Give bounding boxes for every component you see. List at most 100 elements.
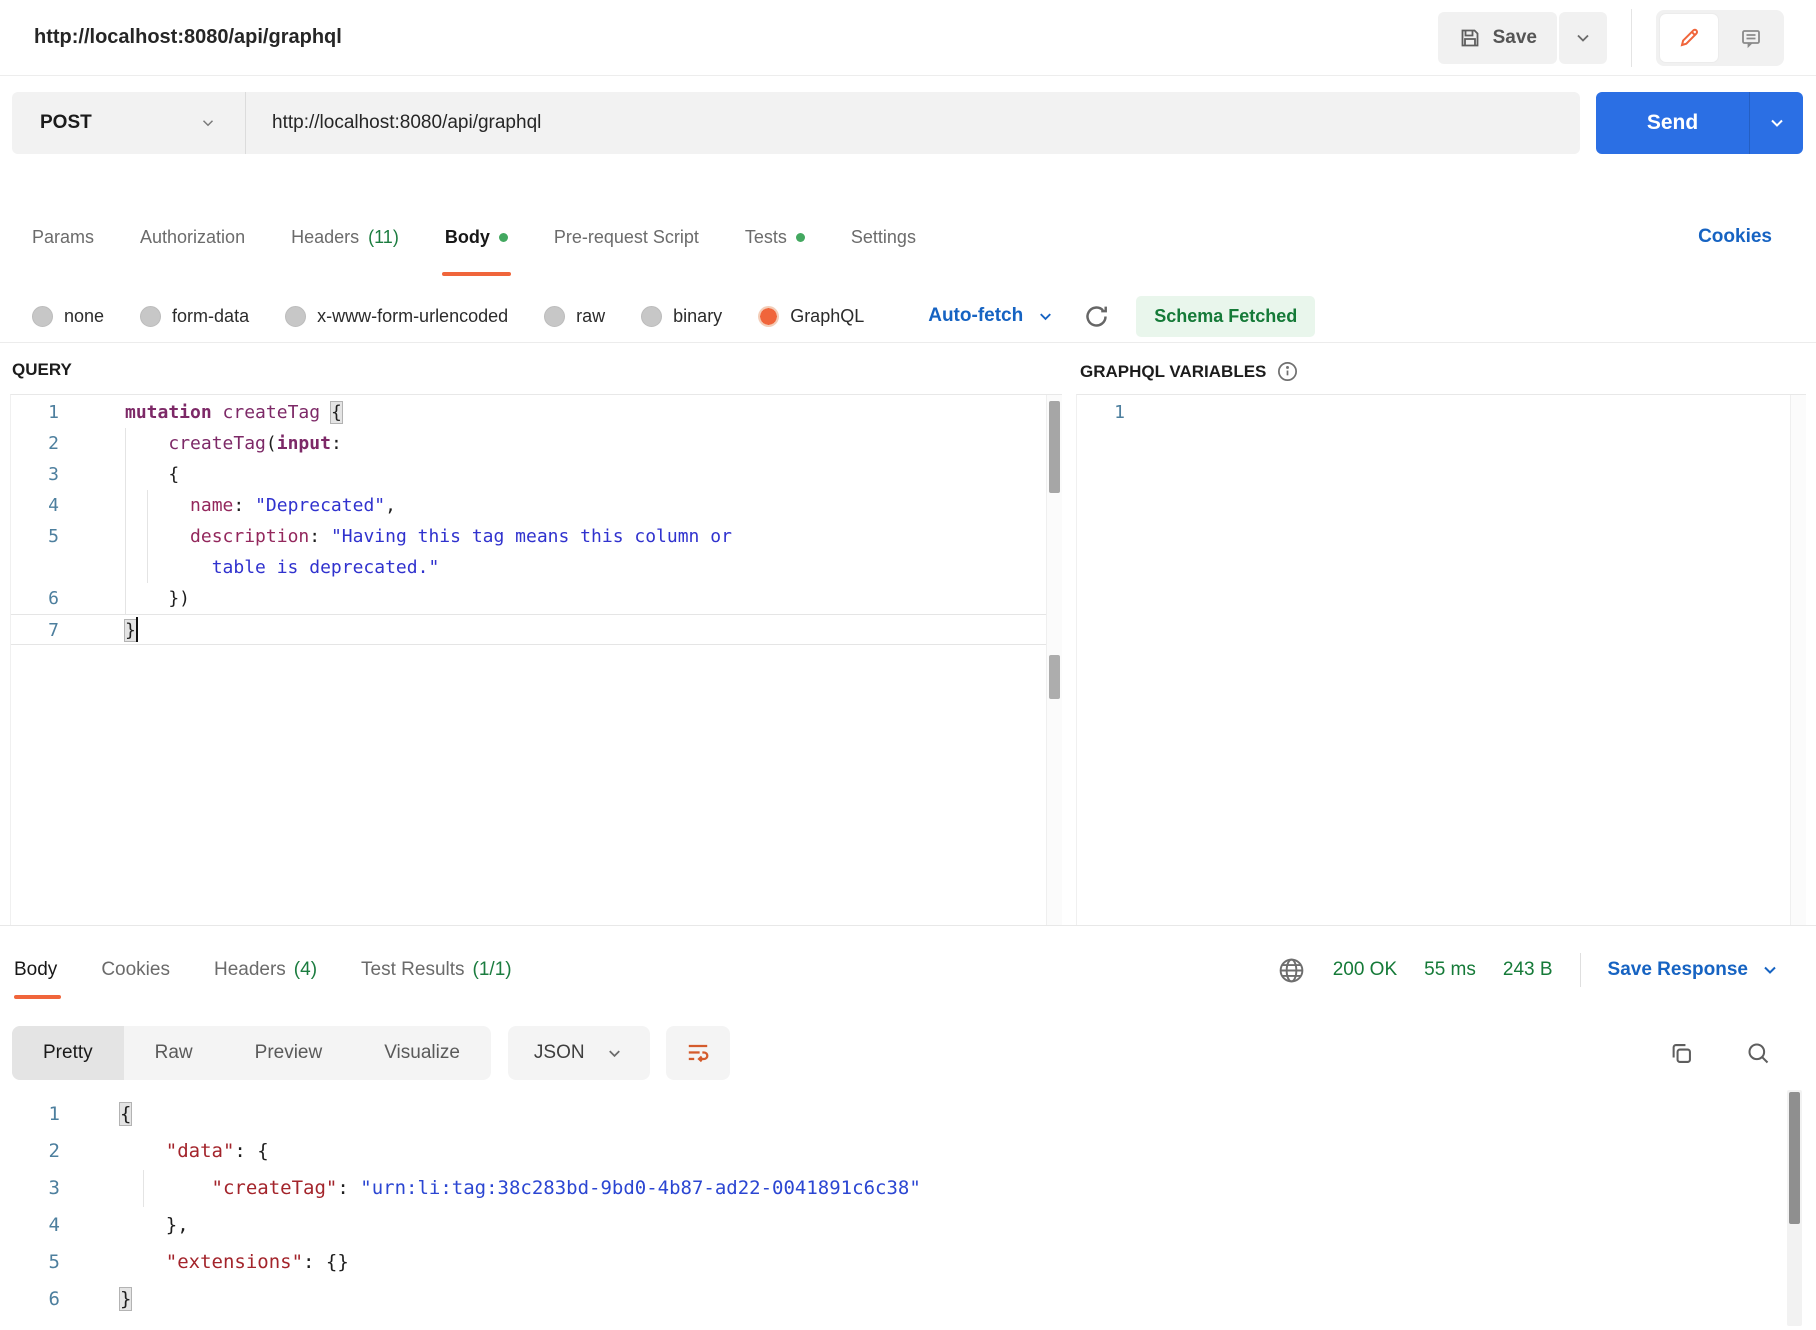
code-content: }: [59, 615, 1046, 644]
body-mode-none[interactable]: none: [32, 306, 104, 327]
response-tab-headers[interactable]: Headers(4): [214, 938, 317, 1002]
request-tab-headers[interactable]: Headers(11): [291, 198, 399, 276]
body-mode-x-www-form-urlencoded[interactable]: x-www-form-urlencoded: [285, 306, 508, 327]
code-content: createTag(input:: [59, 428, 1046, 459]
request-tab-settings[interactable]: Settings: [851, 198, 916, 276]
send-button-label: Send: [1647, 111, 1698, 135]
response-time[interactable]: 55 ms: [1424, 959, 1476, 981]
request-tab-tests[interactable]: Tests: [745, 198, 805, 276]
variables-editor-scrollbar[interactable]: [1790, 395, 1806, 925]
code-content: mutation createTag {: [59, 397, 1046, 428]
request-tab-body[interactable]: Body: [445, 198, 508, 276]
code-line: 6}: [12, 1281, 1780, 1318]
send-button[interactable]: Send: [1596, 92, 1749, 154]
edit-mode-button[interactable]: [1660, 14, 1718, 62]
variables-editor-panel: 1: [1076, 394, 1806, 925]
code-token: : {}: [303, 1251, 349, 1273]
tab-label: Headers: [214, 959, 286, 981]
view-tab-pretty[interactable]: Pretty: [12, 1026, 124, 1080]
line-number: 7: [11, 615, 59, 644]
url-input[interactable]: [246, 112, 1580, 134]
code-token: "createTag": [212, 1177, 338, 1199]
query-editor-panel: 1mutation createTag {2 createTag(input:3…: [10, 394, 1062, 925]
query-panel-title-text: QUERY: [12, 360, 72, 380]
green-dot-icon: [499, 233, 508, 242]
tab-label: Test Results: [361, 959, 464, 981]
meta-divider: [1580, 953, 1581, 987]
save-button-label: Save: [1493, 27, 1537, 49]
tab-label: Body: [445, 227, 490, 248]
text-cursor: [136, 617, 138, 642]
search-icon[interactable]: [1745, 1040, 1772, 1067]
response-tab-body[interactable]: Body: [14, 938, 57, 1002]
line-number: 2: [12, 1133, 60, 1170]
edit-comment-toggle: [1656, 10, 1784, 66]
response-tab-test-results[interactable]: Test Results (1/1): [361, 938, 512, 1002]
request-tab-params[interactable]: Params: [32, 198, 94, 276]
green-dot-icon: [796, 233, 805, 242]
code-token: [120, 1140, 166, 1162]
body-mode-label: x-www-form-urlencoded: [317, 306, 508, 327]
body-mode-form-data[interactable]: form-data: [140, 306, 249, 327]
info-icon[interactable]: [1276, 360, 1299, 383]
code-content: [1125, 397, 1790, 428]
tab-label: Body: [14, 959, 57, 981]
tab-label: Cookies: [101, 959, 170, 981]
body-mode-label: form-data: [172, 306, 249, 327]
radio-icon: [544, 306, 565, 327]
send-options-button[interactable]: [1749, 92, 1803, 154]
network-info-icon[interactable]: [1277, 956, 1306, 985]
format-select[interactable]: JSON: [508, 1026, 650, 1080]
radio-icon: [32, 306, 53, 327]
format-label: JSON: [534, 1042, 585, 1064]
request-tab-pre-request-script[interactable]: Pre-request Script: [554, 198, 699, 276]
query-editor-scrollbar[interactable]: [1046, 395, 1062, 925]
tab-count: (1/1): [473, 959, 512, 981]
status-badge[interactable]: 200 OK: [1333, 959, 1397, 981]
save-response-label: Save Response: [1608, 959, 1748, 981]
response-size[interactable]: 243 B: [1503, 959, 1553, 981]
query-editor[interactable]: 1mutation createTag {2 createTag(input:3…: [11, 397, 1046, 925]
variables-editor[interactable]: 1: [1077, 397, 1790, 925]
view-tab-raw[interactable]: Raw: [124, 1026, 224, 1080]
save-response-button[interactable]: Save Response: [1608, 959, 1780, 981]
view-tab-preview[interactable]: Preview: [224, 1026, 354, 1080]
chevron-down-icon: [199, 114, 217, 132]
save-button[interactable]: Save: [1438, 12, 1557, 64]
save-options-button[interactable]: [1559, 12, 1607, 64]
wrap-text-button[interactable]: [666, 1026, 730, 1080]
code-line: 4 name: "Deprecated",: [11, 490, 1046, 521]
comment-icon: [1739, 26, 1763, 50]
response-scrollbar[interactable]: [1787, 1090, 1802, 1326]
body-mode-graphql[interactable]: GraphQL: [758, 306, 864, 327]
response-tab-cookies[interactable]: Cookies: [101, 938, 170, 1002]
variables-panel-title-text: GRAPHQL VARIABLES: [1080, 362, 1266, 382]
code-token: "data": [166, 1140, 235, 1162]
view-tab-visualize[interactable]: Visualize: [353, 1026, 491, 1080]
autofetch-select[interactable]: Auto-fetch: [928, 305, 1055, 327]
method-select[interactable]: POST: [12, 92, 246, 154]
request-window: http://localhost:8080/api/graphql Save: [0, 0, 1816, 1330]
code-content: "createTag": "urn:li:tag:38c283bd-9bd0-4…: [60, 1170, 1780, 1207]
copy-icon[interactable]: [1668, 1040, 1695, 1067]
schema-status-badge: Schema Fetched: [1136, 296, 1315, 337]
code-token: "Deprecated": [255, 495, 385, 516]
code-line: table is deprecated.": [11, 552, 1046, 583]
scrollbar-thumb[interactable]: [1789, 1092, 1800, 1224]
refresh-schema-button[interactable]: [1083, 303, 1110, 330]
cookies-link[interactable]: Cookies: [1698, 226, 1772, 248]
code-token: {: [125, 464, 179, 485]
scrollbar-thumb[interactable]: [1049, 401, 1060, 493]
request-tab-authorization[interactable]: Authorization: [140, 198, 245, 276]
body-mode-label: binary: [673, 306, 722, 327]
comments-button[interactable]: [1722, 14, 1780, 62]
response-body-viewer[interactable]: 1{2 "data": {3 "createTag": "urn:li:tag:…: [12, 1096, 1780, 1330]
code-line: 5 description: "Having this tag means th…: [11, 521, 1046, 552]
query-panel-title: QUERY: [12, 360, 72, 380]
line-number: 6: [11, 583, 59, 614]
response-tabs: Body Cookies Headers(4) Test Results (1/1): [14, 938, 512, 1002]
line-number: 1: [1077, 397, 1125, 428]
response-view-tabs: PrettyRawPreviewVisualize: [12, 1026, 491, 1080]
body-mode-raw[interactable]: raw: [544, 306, 605, 327]
body-mode-binary[interactable]: binary: [641, 306, 722, 327]
